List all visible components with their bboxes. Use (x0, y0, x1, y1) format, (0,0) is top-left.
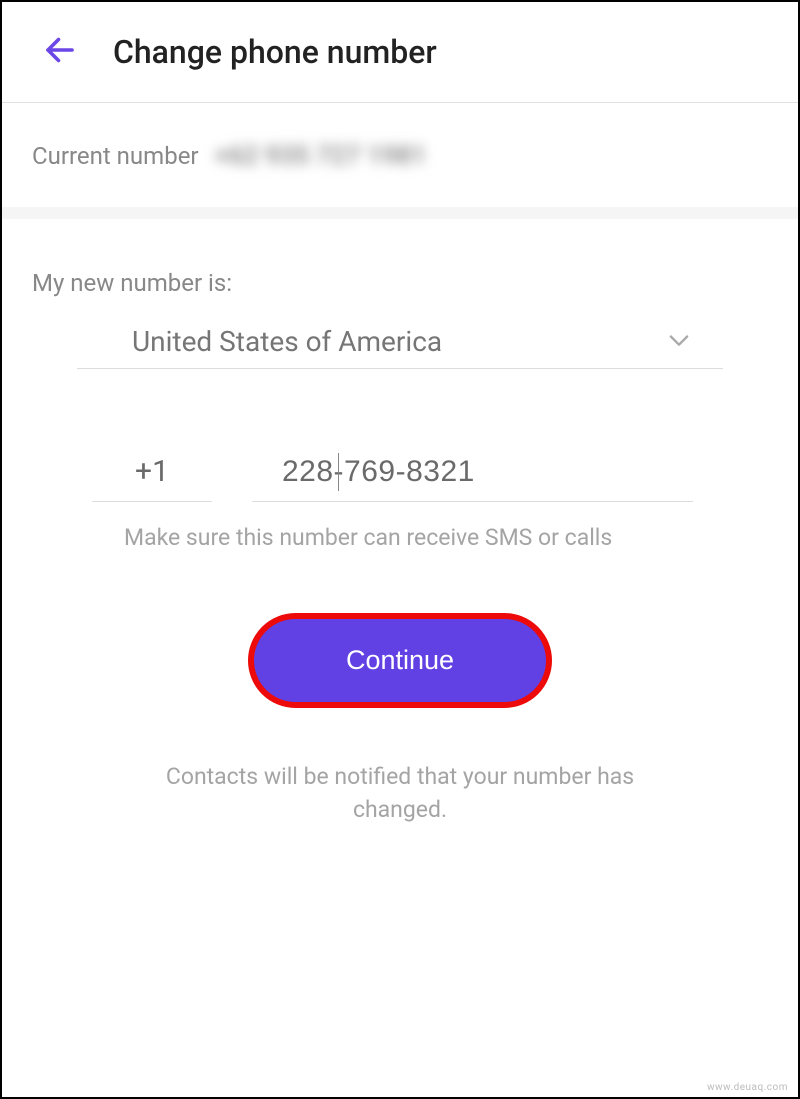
new-number-label: My new number is: (32, 269, 768, 297)
dial-code-field[interactable]: +1 (92, 454, 212, 502)
notify-text: Contacts will be notified that your numb… (150, 760, 650, 827)
current-number-section: Current number +62 935 727 1981 (2, 103, 798, 219)
new-number-section: My new number is: United States of Ameri… (2, 219, 798, 827)
chevron-down-icon (665, 326, 693, 358)
phone-input[interactable] (282, 455, 693, 489)
watermark: www.deuaq.com (707, 1082, 788, 1093)
phone-input-wrap (252, 455, 693, 502)
current-number-label: Current number (32, 142, 199, 170)
sms-hint: Make sure this number can receive SMS or… (124, 524, 768, 551)
country-value: United States of America (132, 325, 442, 358)
continue-button[interactable]: Continue (248, 613, 552, 708)
dial-code-value: +1 (122, 454, 182, 489)
current-number-value: +62 935 727 1981 (215, 141, 427, 171)
country-selector[interactable]: United States of America (77, 325, 723, 369)
back-icon[interactable] (42, 32, 78, 72)
phone-row: +1 (92, 454, 693, 502)
header: Change phone number (2, 2, 798, 103)
text-cursor (338, 453, 339, 491)
page-title: Change phone number (113, 33, 437, 71)
